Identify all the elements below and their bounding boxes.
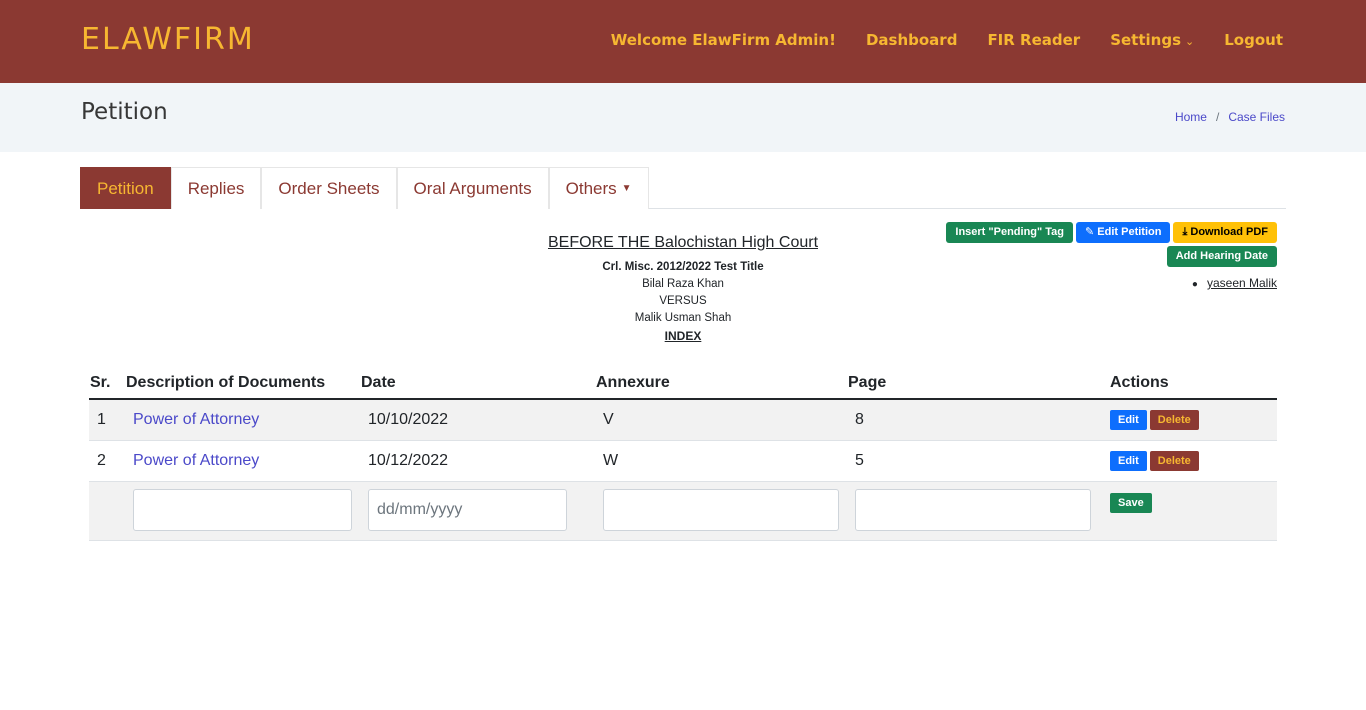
tab-order-sheets[interactable]: Order Sheets (261, 167, 397, 209)
header-actions: Actions (1110, 374, 1169, 391)
breadcrumb: Home / Case Files (1175, 110, 1285, 124)
tab-others[interactable]: Others ▼ (548, 167, 649, 209)
edit-row-button[interactable]: Edit (1110, 410, 1147, 430)
assignee-link[interactable]: yaseen Malik (1207, 276, 1277, 290)
tab-oral-arguments[interactable]: Oral Arguments (396, 167, 549, 209)
row-page: 8 (855, 411, 864, 428)
row-actions: Edit Delete (1100, 451, 1277, 471)
row-annexure: V (603, 411, 614, 428)
page-input[interactable] (855, 489, 1091, 531)
annexure-input[interactable] (603, 489, 839, 531)
date-placeholder: dd/mm/yyyy (377, 501, 463, 518)
add-hearing-date-button[interactable]: Add Hearing Date (1166, 246, 1277, 267)
table-row: 1 Power of Attorney 10/10/2022 V 8 Edit … (89, 400, 1277, 441)
document-link[interactable]: Power of Attorney (126, 452, 259, 469)
page-title: Petition (81, 99, 168, 125)
case-title: Crl. Misc. 2012/2022 Test Title (602, 261, 764, 273)
tab-petition[interactable]: Petition (80, 167, 171, 209)
header-date: Date (361, 374, 396, 391)
caret-down-icon: ▼ (621, 183, 632, 194)
nav-fir-reader[interactable]: FIR Reader (987, 31, 1080, 49)
header-page: Page (848, 374, 887, 391)
court-title: BEFORE THE Balochistan High Court (547, 234, 819, 251)
edit-petition-label: Edit Petition (1097, 226, 1162, 238)
edit-icon: ✎ (1085, 226, 1098, 238)
hearing-actions: Add Hearing Date (1166, 246, 1277, 267)
row-date: 10/12/2022 (368, 452, 449, 469)
download-pdf-label: Download PDF (1190, 226, 1268, 238)
insert-pending-tag-button[interactable]: Insert "Pending" Tag (946, 222, 1074, 243)
index-label: INDEX (664, 329, 702, 343)
chevron-down-icon: ⌄ (1185, 35, 1195, 48)
row-sr: 1 (97, 411, 106, 428)
delete-row-button[interactable]: Delete (1149, 410, 1199, 430)
nav-welcome[interactable]: Welcome ElawFirm Admin! (611, 31, 836, 49)
description-input[interactable] (133, 489, 352, 531)
header-description: Description of Documents (126, 374, 326, 391)
breadcrumb-home[interactable]: Home (1175, 110, 1207, 124)
row-sr: 2 (97, 452, 106, 469)
nav-settings-label: Settings (1110, 31, 1182, 49)
row-date: 10/10/2022 (368, 411, 449, 428)
nav-dashboard[interactable]: Dashboard (866, 31, 957, 49)
breadcrumb-separator: / (1215, 110, 1220, 124)
edit-row-button[interactable]: Edit (1110, 451, 1147, 471)
documents-table: Sr. Description of Documents Date Annexu… (89, 374, 1277, 541)
date-input[interactable]: dd/mm/yyyy (368, 489, 567, 531)
case-heading: BEFORE THE Balochistan High Court Crl. M… (483, 234, 883, 343)
petitioner-name: Bilal Raza Khan (642, 278, 724, 290)
document-tabs: Petition Replies Order Sheets Oral Argum… (80, 167, 1286, 209)
versus-label: VERSUS (659, 295, 707, 307)
download-pdf-button[interactable]: ⤓ Download PDF (1173, 222, 1277, 243)
tab-replies[interactable]: Replies (170, 167, 262, 209)
page-header-band: Petition Home / Case Files (0, 83, 1366, 152)
table-header: Sr. Description of Documents Date Annexu… (89, 374, 1277, 400)
header-annexure: Annexure (596, 374, 670, 391)
new-document-row: dd/mm/yyyy Save (89, 482, 1277, 541)
nav-logout[interactable]: Logout (1224, 31, 1283, 49)
save-button[interactable]: Save (1110, 493, 1152, 513)
breadcrumb-case-files[interactable]: Case Files (1228, 110, 1285, 124)
row-actions: Edit Delete (1100, 410, 1277, 430)
brand-logo[interactable]: ELAWFIRM (81, 22, 255, 57)
row-annexure: W (603, 452, 619, 469)
assignee-list: ● yaseen Malik (1192, 276, 1277, 290)
top-navbar: ELAWFIRM Welcome ElawFirm Admin! Dashboa… (0, 0, 1366, 83)
main-nav: Welcome ElawFirm Admin! Dashboard FIR Re… (611, 31, 1283, 49)
petition-actions: Insert "Pending" Tag ✎ Edit Petition ⤓ D… (946, 222, 1277, 243)
respondent-name: Malik Usman Shah (634, 312, 732, 324)
header-sr: Sr. (90, 374, 111, 391)
table-row: 2 Power of Attorney 10/12/2022 W 5 Edit … (89, 441, 1277, 482)
edit-petition-button[interactable]: ✎ Edit Petition (1076, 222, 1171, 243)
nav-settings[interactable]: Settings ⌄ (1110, 31, 1194, 49)
delete-row-button[interactable]: Delete (1149, 451, 1199, 471)
row-page: 5 (855, 452, 864, 469)
document-link[interactable]: Power of Attorney (126, 411, 259, 428)
bullet-icon: ● (1191, 279, 1198, 290)
tab-others-label: Others (565, 178, 617, 198)
